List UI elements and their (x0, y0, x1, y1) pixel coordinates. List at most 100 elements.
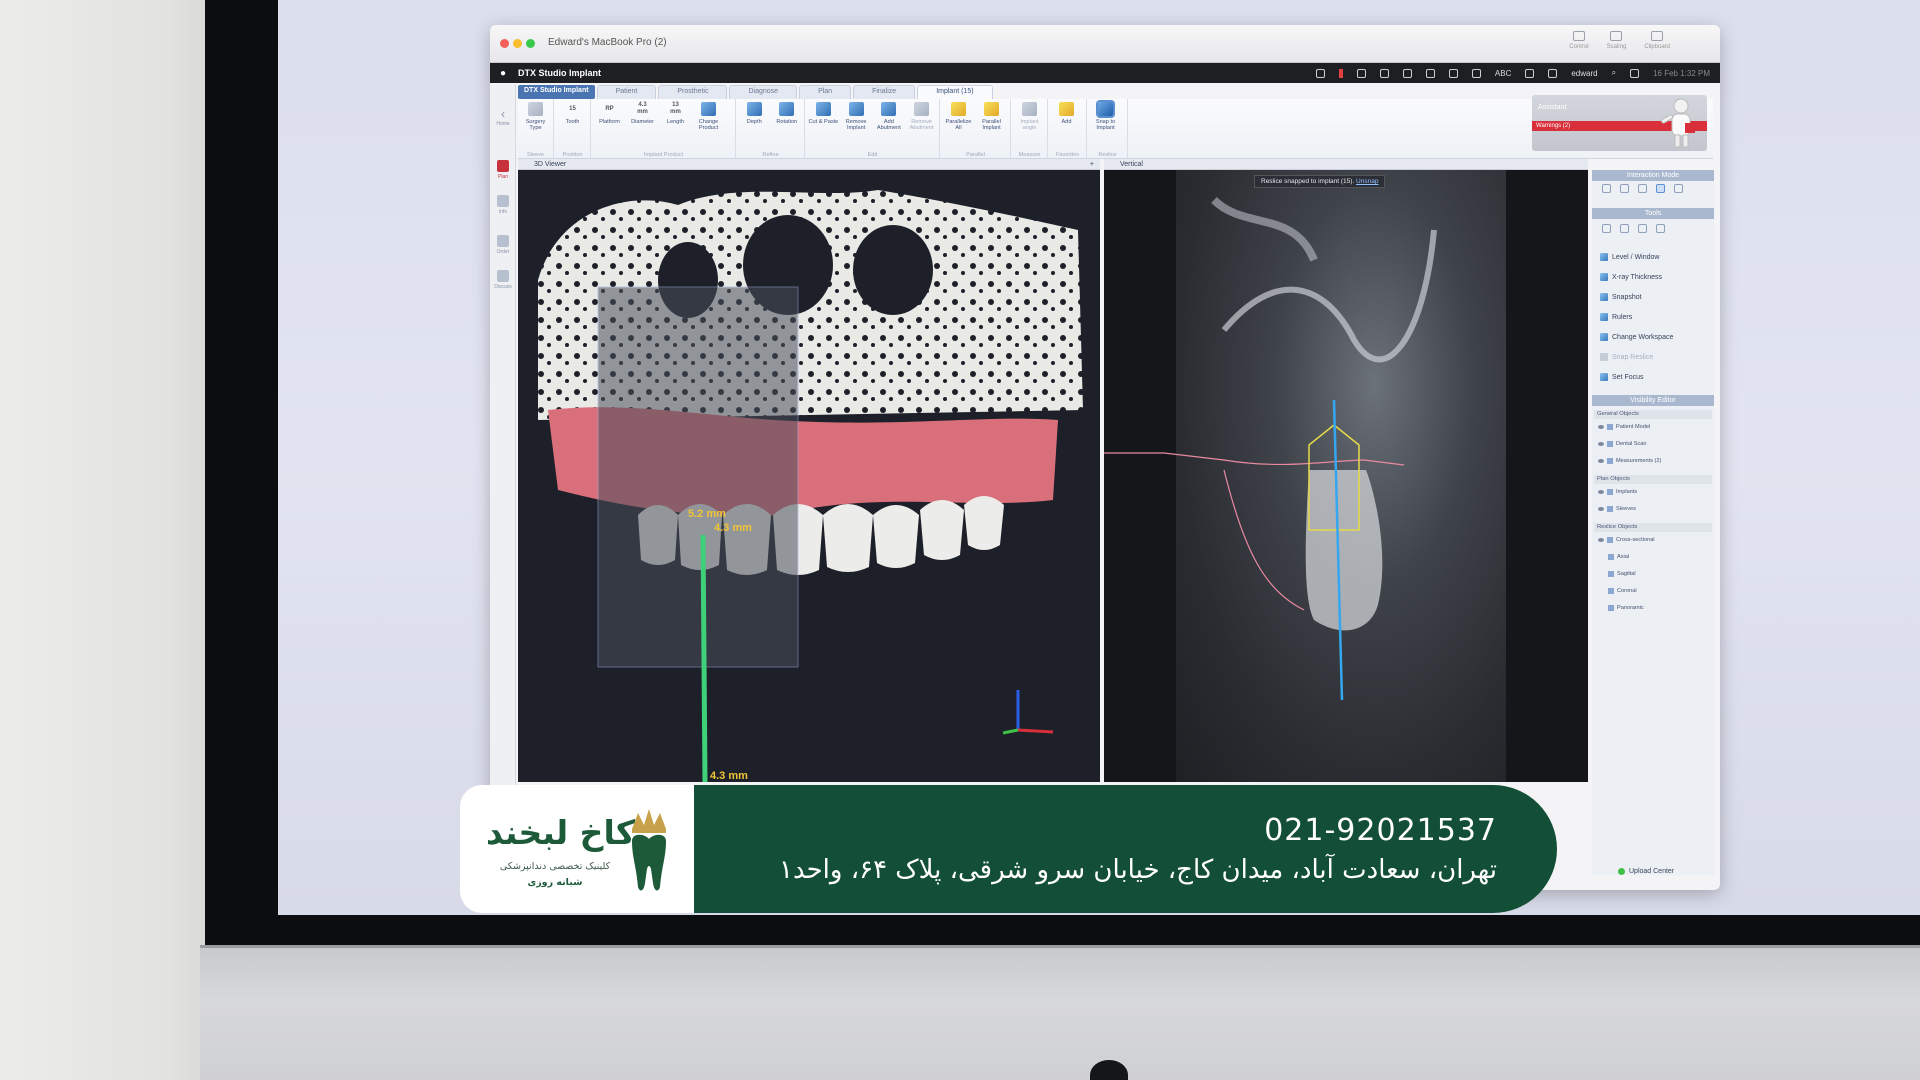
tab-plan[interactable]: Plan (799, 85, 852, 99)
eye-icon[interactable] (1598, 442, 1604, 446)
vis-patient-model[interactable]: Patient Model (1598, 424, 1650, 430)
measurement-label[interactable]: 4.3 mm (710, 770, 748, 782)
platform-button[interactable]: RP Platform (594, 102, 625, 159)
remove-implant-button[interactable]: Remove Implant (841, 102, 872, 159)
vis-sleeves[interactable]: Sleeves (1598, 506, 1636, 512)
tooth-button[interactable]: 15 Tooth (557, 102, 588, 159)
volume-icon[interactable] (1425, 68, 1435, 78)
undo-icon[interactable] (1638, 224, 1647, 233)
vis-panoramic[interactable]: Panoramic (1608, 605, 1644, 611)
pan-icon[interactable] (1638, 184, 1647, 193)
vis-measurements[interactable]: Measurements (2) (1598, 458, 1661, 464)
zoom-out-icon[interactable] (1674, 184, 1683, 193)
remote-desktop-window: Edward's MacBook Pro (2) Control Scaling… (490, 25, 1720, 890)
minimize-window-button[interactable] (513, 39, 522, 48)
vis-dental-scan[interactable]: Dental Scan (1598, 441, 1646, 447)
screen-mirror-icon[interactable] (1315, 68, 1325, 78)
app-menu[interactable]: DTX Studio Implant (518, 68, 601, 78)
add-view-icon[interactable]: + (1090, 159, 1094, 170)
maximize-window-button[interactable] (526, 39, 535, 48)
remove-implant-icon (848, 102, 864, 116)
tab-diagnose[interactable]: Diagnose (729, 85, 798, 99)
upload-center-button[interactable]: Upload Center (1618, 868, 1674, 875)
dental-scan-icon (1607, 441, 1613, 447)
clipboard-tool[interactable]: Clipboard (1644, 31, 1670, 50)
parallelize-all-button[interactable]: Parallelize All (943, 102, 974, 159)
apple-menu-icon[interactable]: ● (500, 68, 506, 79)
user-menu[interactable]: edward (1571, 69, 1597, 78)
tool-set-focus[interactable]: Set Focus (1600, 373, 1644, 381)
bluetooth-icon[interactable] (1525, 68, 1535, 78)
implant-angle-button[interactable]: Implant angle (1014, 102, 1045, 159)
remote-control-tools: Control Scaling Clipboard (1569, 31, 1670, 50)
viewer-vertical[interactable]: Reslice snapped to implant (15). Unsnap (1104, 170, 1588, 782)
scaling-label: Scaling (1606, 44, 1627, 50)
level-tool-icon[interactable] (1602, 224, 1611, 233)
surgery-type-button[interactable]: Surgery Type (520, 102, 551, 159)
vis-implants[interactable]: Implants (1598, 489, 1637, 495)
eye-icon[interactable] (1598, 490, 1604, 494)
eye-icon[interactable] (1598, 538, 1604, 542)
nav-order[interactable]: Order (490, 235, 516, 255)
remove-abutment-button[interactable]: Remove Abutment (906, 102, 937, 159)
spotlight-search-icon[interactable]: ⌕ (1612, 68, 1616, 78)
vis-cross-sectional[interactable]: Cross-sectional (1598, 537, 1655, 543)
chat-icon[interactable] (1448, 68, 1458, 78)
redo-icon[interactable] (1656, 224, 1665, 233)
nav-info[interactable]: Info (490, 195, 516, 215)
app-dropdown[interactable]: DTX Studio Implant (518, 85, 595, 99)
clock-icon[interactable] (1471, 68, 1481, 78)
tool-level-window[interactable]: Level / Window (1600, 253, 1659, 261)
tab-patient[interactable]: Patient (596, 85, 657, 99)
parallel-implant-button[interactable]: Parallel Implant (976, 102, 1007, 159)
control-tool[interactable]: Control (1569, 31, 1589, 50)
tab-finalize[interactable]: Finalize (853, 85, 916, 99)
assistant-panel[interactable]: Assistant Warnings (2) (1532, 95, 1707, 151)
wifi-icon[interactable] (1548, 68, 1558, 78)
tool-snapshot[interactable]: Snapshot (1600, 293, 1642, 301)
zoom-icon[interactable] (1656, 184, 1665, 193)
rotate-icon[interactable] (1620, 184, 1629, 193)
tool-xray-thickness[interactable]: X-ray Thickness (1600, 273, 1662, 281)
diameter-button[interactable]: 4.3 mm Diameter (627, 102, 658, 159)
eye-icon[interactable] (1598, 459, 1604, 463)
close-window-button[interactable] (500, 39, 509, 48)
viewer-3d[interactable]: 5.2 mm 4.3 mm 4.3 mm (518, 170, 1100, 782)
sagittal-icon (1608, 571, 1614, 577)
eye-icon[interactable] (1598, 507, 1604, 511)
clipboard-label: Clipboard (1644, 44, 1670, 50)
vis-axial[interactable]: Axial (1608, 554, 1629, 560)
tool-snap-reslice[interactable]: Snap Reslice (1600, 353, 1653, 361)
change-product-button[interactable]: Change Product (693, 102, 724, 159)
rotation-button[interactable]: Rotation (772, 102, 803, 159)
pointer-icon[interactable] (1602, 184, 1611, 193)
vis-coronal[interactable]: Coronal (1608, 588, 1637, 594)
tool-rulers[interactable]: Rulers (1600, 313, 1632, 321)
add-abutment-button[interactable]: Add Abutment (874, 102, 905, 159)
info-icon[interactable] (1402, 68, 1412, 78)
nav-plan[interactable]: Plan (490, 160, 516, 180)
save-icon[interactable] (1620, 224, 1629, 233)
input-source[interactable]: ABC (1495, 69, 1511, 78)
window-icon[interactable] (1379, 68, 1389, 78)
depth-button[interactable]: Depth (739, 102, 770, 159)
nav-discuss[interactable]: Discuss (490, 270, 516, 290)
cut-paste-label: Cut & Paste (808, 119, 839, 125)
cut-paste-button[interactable]: Cut & Paste (808, 102, 839, 159)
tab-prosthetic[interactable]: Prosthetic (658, 85, 728, 99)
display-icon[interactable] (1356, 68, 1366, 78)
recording-icon[interactable] (1338, 68, 1343, 78)
vis-sagittal[interactable]: Sagittal (1608, 571, 1636, 577)
unsnap-link[interactable]: Unsnap (1356, 178, 1378, 185)
eye-icon[interactable] (1598, 425, 1604, 429)
control-center-icon[interactable] (1630, 68, 1640, 78)
measurement-label[interactable]: 4.3 mm (714, 522, 752, 534)
snap-to-implant-button[interactable]: Snap to Implant (1090, 100, 1121, 159)
length-button[interactable]: 13 mm Length (660, 102, 691, 159)
tab-implant[interactable]: Implant (15) (917, 85, 993, 99)
nav-home[interactable]: ‹ Home (490, 107, 516, 127)
measurement-label[interactable]: 5.2 mm (688, 508, 726, 520)
add-favorite-button[interactable]: Add (1051, 102, 1082, 159)
tool-change-workspace[interactable]: Change Workspace (1600, 333, 1673, 341)
scaling-tool[interactable]: Scaling (1606, 31, 1627, 50)
